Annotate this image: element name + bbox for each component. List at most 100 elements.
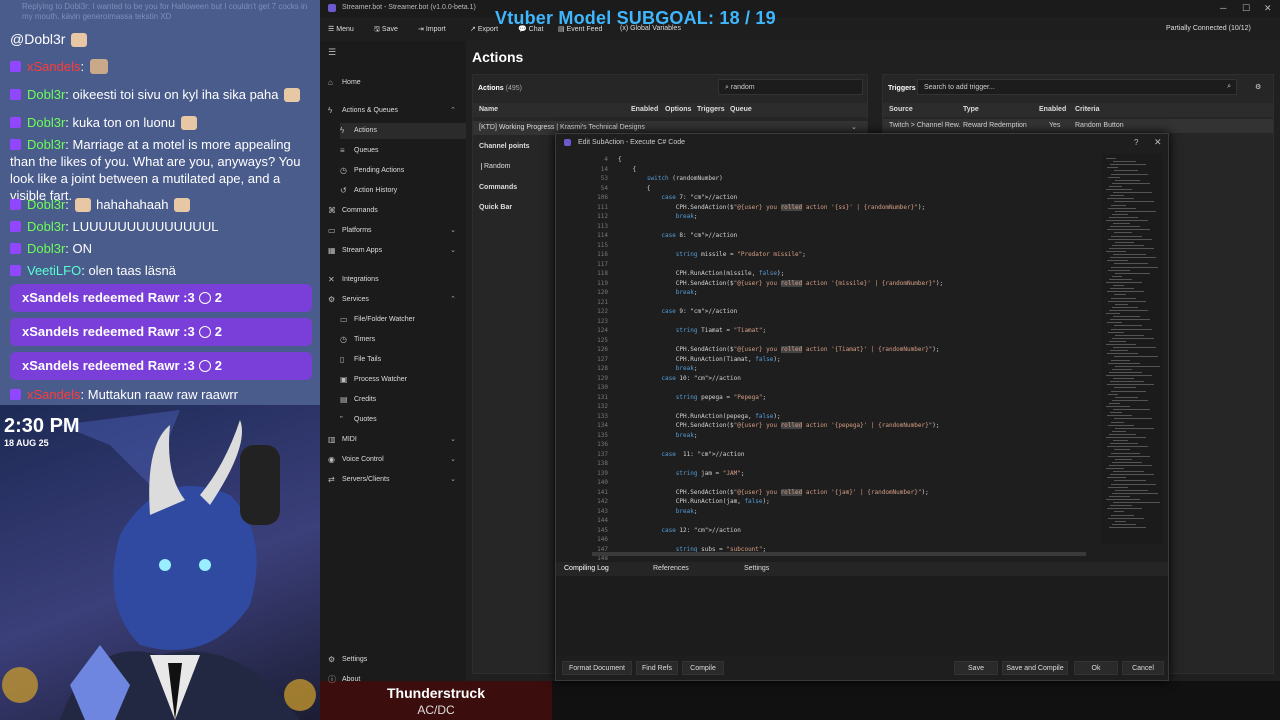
code-line[interactable]: string missile = "Predator missile"; [618,251,806,258]
sidebar-item-servers-clients[interactable]: ⇄ Servers/Clients ⌄ [328,472,460,488]
code-line[interactable]: case 11: "cm">//action [618,451,744,458]
help-icon[interactable]: ? [1134,138,1138,147]
code-line[interactable]: { [618,166,636,173]
save-button[interactable]: Save [954,661,998,675]
sidebar-item-action-history[interactable]: ↺ Action History [340,183,472,199]
col-options[interactable]: Options [665,106,691,113]
actions-search-input[interactable]: ⌕ random [718,79,863,95]
action-row[interactable]: Commands [479,184,517,191]
sidebar-item-home[interactable]: ⌂ Home [328,75,460,91]
code-line[interactable]: break; [618,365,698,372]
export-button[interactable]: ↗ Export [470,25,498,33]
code-line[interactable]: CPH.SendAction($"@{user} you rolled acti… [618,279,943,287]
sidebar-item-midi[interactable]: ▥ MIDI ⌄ [328,432,460,448]
ok-button[interactable]: Ok [1074,661,1118,675]
horizontal-scrollbar[interactable] [592,552,1086,556]
code-line[interactable]: { [618,185,651,192]
minimap-line [1111,204,1126,206]
code-line[interactable]: string Tiamat = "Tiamat"; [618,327,766,334]
close-icon[interactable]: ✕ [1154,137,1162,148]
code-area[interactable]: 4 {14 {53 switch (randomNumber) 54 {106 ca… [564,154,1098,562]
trigger-search-input[interactable]: Search to add trigger... ⌕ [917,79,1237,95]
minimap-line [1106,189,1132,190]
col-queue[interactable]: Queue [730,106,752,113]
code-line[interactable]: break; [618,213,698,220]
sidebar-item-file-tails[interactable]: ▯ File Tails [340,352,472,368]
sidebar-item-file-folder-watcher[interactable]: ▭ File/Folder Watcher [340,312,472,328]
import-button[interactable]: ⇥ Import [418,25,446,33]
sidebar-item-voice-control[interactable]: ◉ Voice Control ⌄ [328,452,460,468]
col-enabled[interactable]: Enabled [1039,106,1066,113]
save-and-compile-button[interactable]: Save and Compile [1002,661,1068,675]
sidebar-item-integrations[interactable]: ✕ Integrations [328,272,460,288]
sidebar-item-platforms[interactable]: ▭ Platforms ⌄ [328,223,460,239]
minimap-line [1115,210,1156,212]
save-button[interactable]: 🖫 Save [374,25,398,36]
col-source[interactable]: Source [889,106,913,113]
sidebar-label: Platforms [342,227,372,234]
close-icon[interactable]: ✕ [1264,3,1272,14]
action-row[interactable]: Quick Bar [479,204,512,211]
code-line[interactable]: CPH.RunAction(pepega, false); [618,413,781,420]
action-row[interactable]: Random [481,163,510,170]
cancel-button[interactable]: Cancel [1122,661,1164,675]
maximize-icon[interactable]: ☐ [1242,3,1250,14]
col-type[interactable]: Type [963,106,979,113]
sidebar-item-credits[interactable]: ▤ Credits [340,392,472,408]
sidebar-item-stream-apps[interactable]: ▦ Stream Apps ⌄ [328,243,460,259]
code-line[interactable]: case 8: "cm">//action [618,232,737,239]
sidebar-item-about[interactable]: ⓘ About [328,672,460,688]
format-document-button[interactable]: Format Document [562,661,632,675]
line-number: 136 [597,441,608,448]
code-line[interactable]: CPH.RunAction(Tiamat, false); [618,356,781,363]
code-line[interactable]: CPH.RunAction(missile, false); [618,270,784,277]
compile-button[interactable]: Compile [682,661,724,675]
code-line[interactable]: break; [618,508,698,515]
code-line[interactable]: switch (randomNumber) [618,175,723,182]
hamburger-icon[interactable]: ☰ [328,47,336,58]
queue-icon: ≡ [340,146,345,155]
code-line[interactable]: break; [618,289,698,296]
find-refs-button[interactable]: Find Refs [636,661,678,675]
code-line[interactable]: case 12: "cm">//action [618,527,740,534]
col-triggers[interactable]: Triggers [697,106,725,113]
connection-status[interactable]: Partially Connected (10/12) [1166,25,1251,32]
code-line[interactable]: case 9: "cm">//action [618,308,737,315]
sidebar-item-actions[interactable]: ϟ Actions [340,123,472,139]
menu-button[interactable]: ☰ Menu [328,25,354,33]
settings-icon[interactable]: ⚙ [1255,83,1261,91]
code-minimap[interactable] [1102,154,1162,544]
code-line[interactable]: string pepega = "Pepega"; [618,394,766,401]
code-line[interactable]: case 10: "cm">//action [618,375,740,382]
sidebar-item-quotes[interactable]: ” Quotes [340,412,472,428]
col-name[interactable]: Name [479,106,498,113]
sidebar-item-pending-actions[interactable]: ◷ Pending Actions [340,163,472,179]
sidebar-item-actions-queues[interactable]: ϟ Actions & Queues ⌃ [328,103,460,119]
sidebar-item-timers[interactable]: ◷ Timers [340,332,472,348]
tab-references[interactable]: References [653,565,689,572]
minimize-icon[interactable]: ─ [1220,3,1226,13]
code-line[interactable]: string jam = "JAM"; [618,470,745,477]
tab-compiling-log[interactable]: Compiling Log [564,565,609,572]
actions-count: (495) [505,85,522,92]
sidebar-item-process-watcher[interactable]: ▣ Process Watcher [340,372,472,388]
col-enabled[interactable]: Enabled [631,106,658,113]
sidebar-item-commands[interactable]: ⌘ Commands [328,203,460,219]
sidebar-item-queues[interactable]: ≡ Queues [340,143,472,159]
code-line[interactable]: case 7: "cm">//action [618,194,737,201]
code-line[interactable]: CPH.RunAction(jam, false); [618,498,770,505]
code-line[interactable]: break; [618,432,698,439]
col-criteria[interactable]: Criteria [1075,106,1100,113]
code-line[interactable]: CPH.SendAction($"@{user} you rolled acti… [618,488,929,496]
tab-settings[interactable]: Settings [744,565,769,572]
code-line[interactable]: CPH.SendAction($"@{user} you rolled acti… [618,203,925,211]
trigger-row[interactable]: Twitch > Channel Rew. Reward Redemption … [883,119,1273,133]
code-line[interactable]: CPH.SendAction($"@{user} you rolled acti… [618,346,940,353]
action-row[interactable]: Channel points [479,143,530,150]
trigger-criteria: Random Button [1075,122,1124,129]
code-line[interactable]: CPH.SendAction($"@{user} you rolled acti… [618,422,940,429]
code-line[interactable]: { [618,156,622,163]
sidebar-item-settings[interactable]: ⚙ Settings [328,652,460,668]
sidebar-item-services[interactable]: ⚙ Services ⌃ [328,292,460,308]
emote-icon [180,116,197,130]
